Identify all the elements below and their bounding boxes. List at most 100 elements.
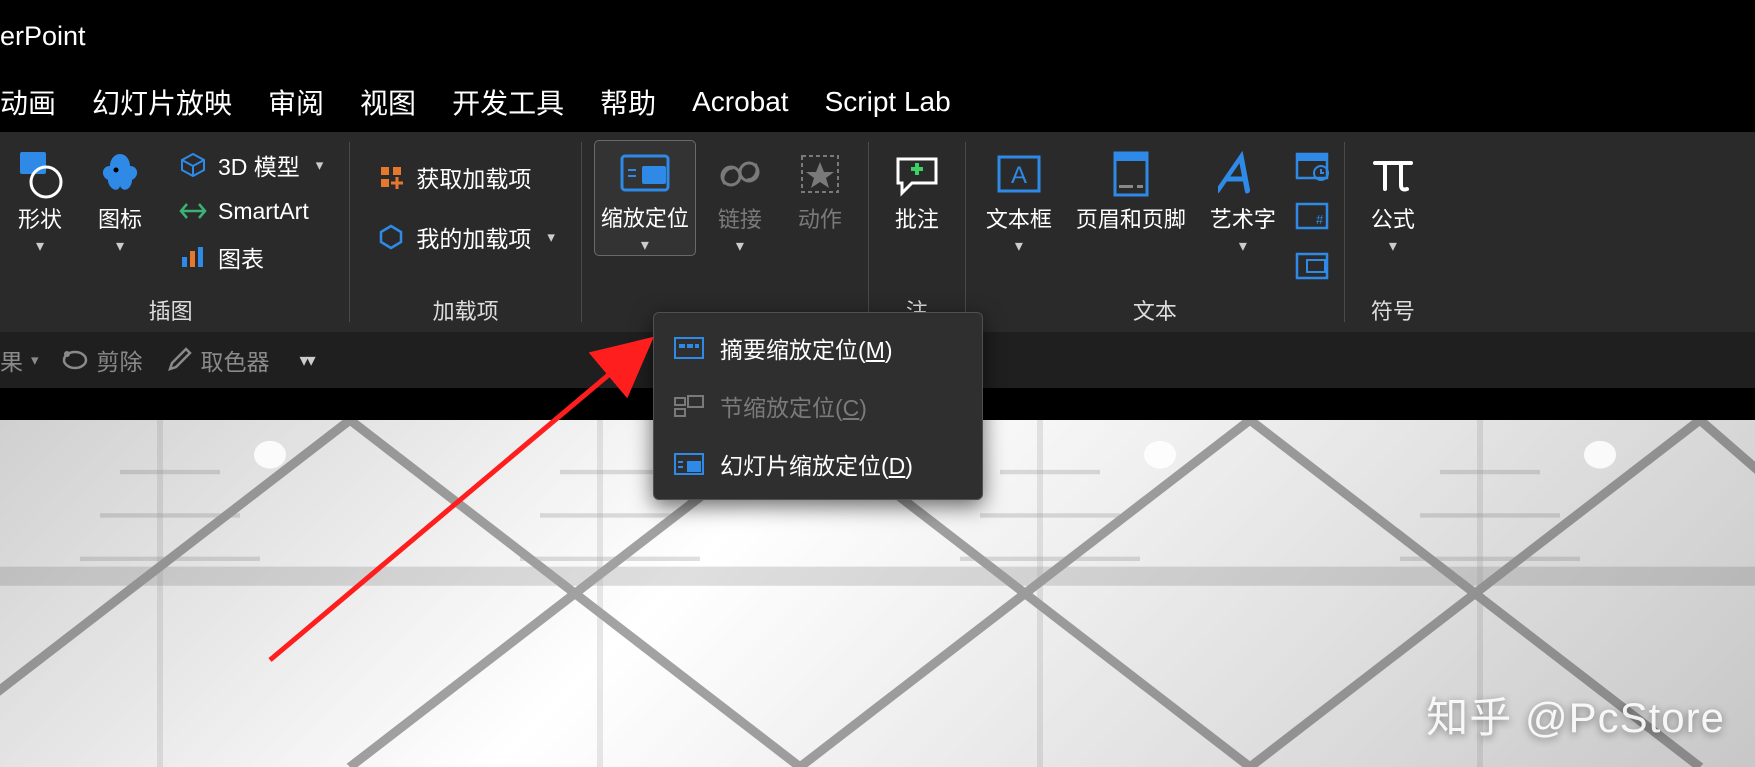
svg-text:#: # <box>1316 212 1324 227</box>
3dmodel-label: 3D 模型 <box>218 148 300 182</box>
textbox-label: 文本框 <box>986 206 1052 234</box>
crop-ellipse-icon <box>61 346 89 374</box>
group-symbols: 公式 ▾ 符号 <box>1347 132 1439 332</box>
textbox-icon: A <box>991 146 1047 202</box>
chevron-down-icon: ▾ <box>36 236 44 256</box>
pi-icon <box>1365 146 1421 202</box>
group-addins: 获取加载项 我的加载项 ▾ 加载项 <box>352 132 579 332</box>
tab-developer[interactable]: 开发工具 <box>452 82 564 122</box>
chevron-down-icon: ▾ <box>1015 236 1023 256</box>
group-symbols-label: 符号 <box>1357 290 1429 332</box>
chevron-down-icon: ▾ <box>641 235 649 255</box>
group-comments: 批注 注 <box>871 132 963 332</box>
link-button[interactable]: 链接 ▾ <box>704 140 776 256</box>
tab-scriptlab[interactable]: Script Lab <box>825 86 951 118</box>
chart-button[interactable]: 图表 <box>170 236 331 278</box>
tab-slideshow[interactable]: 幻灯片放映 <box>92 82 232 122</box>
zoom-icon <box>617 145 673 201</box>
addins-stack: 获取加载项 我的加载项 ▾ <box>362 140 569 262</box>
text-extra-buttons: # <box>1292 140 1332 286</box>
zoom-dropdown-menu: 摘要缩放定位(M) 节缩放定位(C) 幻灯片缩放定位(D) <box>653 312 983 500</box>
headerfooter-label: 页眉和页脚 <box>1076 206 1186 234</box>
ribbon-tabs: 动画 幻灯片放映 审阅 视图 开发工具 帮助 Acrobat Script La… <box>0 72 1755 132</box>
chevron-down-icon: ▾ <box>1389 236 1397 256</box>
zoom-label: 缩放定位 <box>601 205 689 233</box>
chevron-down-icon: ▾ <box>1239 236 1247 256</box>
chevron-down-icon: ▾ <box>31 351 39 369</box>
divider <box>1344 142 1345 322</box>
group-text-label: 文本 <box>978 290 1332 332</box>
icons-icon <box>92 146 148 202</box>
sb-eyedrop-button[interactable]: 取色器 <box>165 343 270 377</box>
watermark: 知乎 @PcStore <box>1426 684 1725 745</box>
shapes-icon <box>12 146 68 202</box>
wordart-icon <box>1215 146 1271 202</box>
chevron-down-icon: ▾ <box>116 236 124 256</box>
sb-eyedrop-label: 取色器 <box>201 343 270 377</box>
menu-section-label: 节缩放定位(C) <box>720 389 867 423</box>
date-time-button[interactable] <box>1292 146 1332 186</box>
divider <box>868 142 869 322</box>
action-label: 动作 <box>798 206 842 234</box>
my-addins-label: 我的加载项 <box>416 220 531 254</box>
section-zoom-icon <box>674 394 704 418</box>
titlebar: erPoint <box>0 0 1755 72</box>
equation-button[interactable]: 公式 ▾ <box>1357 140 1429 256</box>
tab-animations[interactable]: 动画 <box>0 82 56 122</box>
get-addins-button[interactable]: 获取加载项 <box>368 156 563 198</box>
tab-acrobat[interactable]: Acrobat <box>692 86 789 118</box>
comment-button[interactable]: 批注 <box>881 140 953 234</box>
smartart-label: SmartArt <box>218 198 309 225</box>
tab-review[interactable]: 审阅 <box>268 82 324 122</box>
zoom-button[interactable]: 缩放定位 ▾ <box>594 140 696 256</box>
overflow-icon[interactable]: ▾▾ <box>300 350 314 371</box>
sb-effect-button[interactable]: 果 ▾ <box>0 343 39 377</box>
star-icon <box>792 146 848 202</box>
headerfooter-icon <box>1103 146 1159 202</box>
equation-label: 公式 <box>1371 206 1415 234</box>
group-links: 缩放定位 ▾ 链接 ▾ 动作 . <box>584 132 866 332</box>
wordart-button[interactable]: 艺术字 ▾ <box>1202 140 1284 256</box>
shapes-label: 形状 <box>18 206 62 234</box>
sb-crop-button[interactable]: 剪除 <box>61 343 143 377</box>
object-button[interactable] <box>1292 246 1332 286</box>
ribbon: 形状 ▾ 图标 ▾ 3D 模型 ▾ <box>0 132 1755 332</box>
link-label: 链接 <box>718 206 762 234</box>
illustrations-stack: 3D 模型 ▾ SmartArt 图表 <box>164 140 337 282</box>
my-addins-button[interactable]: 我的加载项 ▾ <box>368 216 563 258</box>
smartart-icon <box>178 196 208 226</box>
slide-number-button[interactable]: # <box>1292 196 1332 236</box>
divider <box>349 142 350 322</box>
comment-label: 批注 <box>895 206 939 234</box>
sb-crop-label: 剪除 <box>97 343 143 377</box>
comment-icon <box>889 146 945 202</box>
menu-slide-label: 幻灯片缩放定位(D) <box>720 447 913 481</box>
chevron-down-icon: ▾ <box>316 156 324 174</box>
3dmodel-button[interactable]: 3D 模型 ▾ <box>170 144 331 186</box>
sb-effect-label: 果 <box>0 343 23 377</box>
divider <box>581 142 582 322</box>
menu-slide-zoom[interactable]: 幻灯片缩放定位(D) <box>654 435 982 493</box>
link-icon <box>712 146 768 202</box>
svg-text:A: A <box>1011 162 1027 189</box>
tab-help[interactable]: 帮助 <box>600 82 656 122</box>
icons-button[interactable]: 图标 ▾ <box>84 140 156 256</box>
slide-zoom-icon <box>674 452 704 476</box>
get-addins-label: 获取加载项 <box>416 160 531 194</box>
smartart-button[interactable]: SmartArt <box>170 192 331 230</box>
wordart-label: 艺术字 <box>1210 206 1276 234</box>
group-addins-label: 加载项 <box>362 290 569 332</box>
menu-summary-zoom[interactable]: 摘要缩放定位(M) <box>654 319 982 377</box>
headerfooter-button[interactable]: 页眉和页脚 <box>1068 140 1194 234</box>
divider <box>965 142 966 322</box>
textbox-button[interactable]: A 文本框 ▾ <box>978 140 1060 256</box>
menu-summary-label: 摘要缩放定位(M) <box>720 331 893 365</box>
shapes-button[interactable]: 形状 ▾ <box>4 140 76 256</box>
tab-view[interactable]: 视图 <box>360 82 416 122</box>
chevron-down-icon: ▾ <box>736 236 744 256</box>
summary-zoom-icon <box>674 336 704 360</box>
action-button[interactable]: 动作 <box>784 140 856 234</box>
chart-icon <box>178 242 208 272</box>
store-icon <box>376 162 406 192</box>
group-illustrations-label: 插图 <box>4 290 337 332</box>
